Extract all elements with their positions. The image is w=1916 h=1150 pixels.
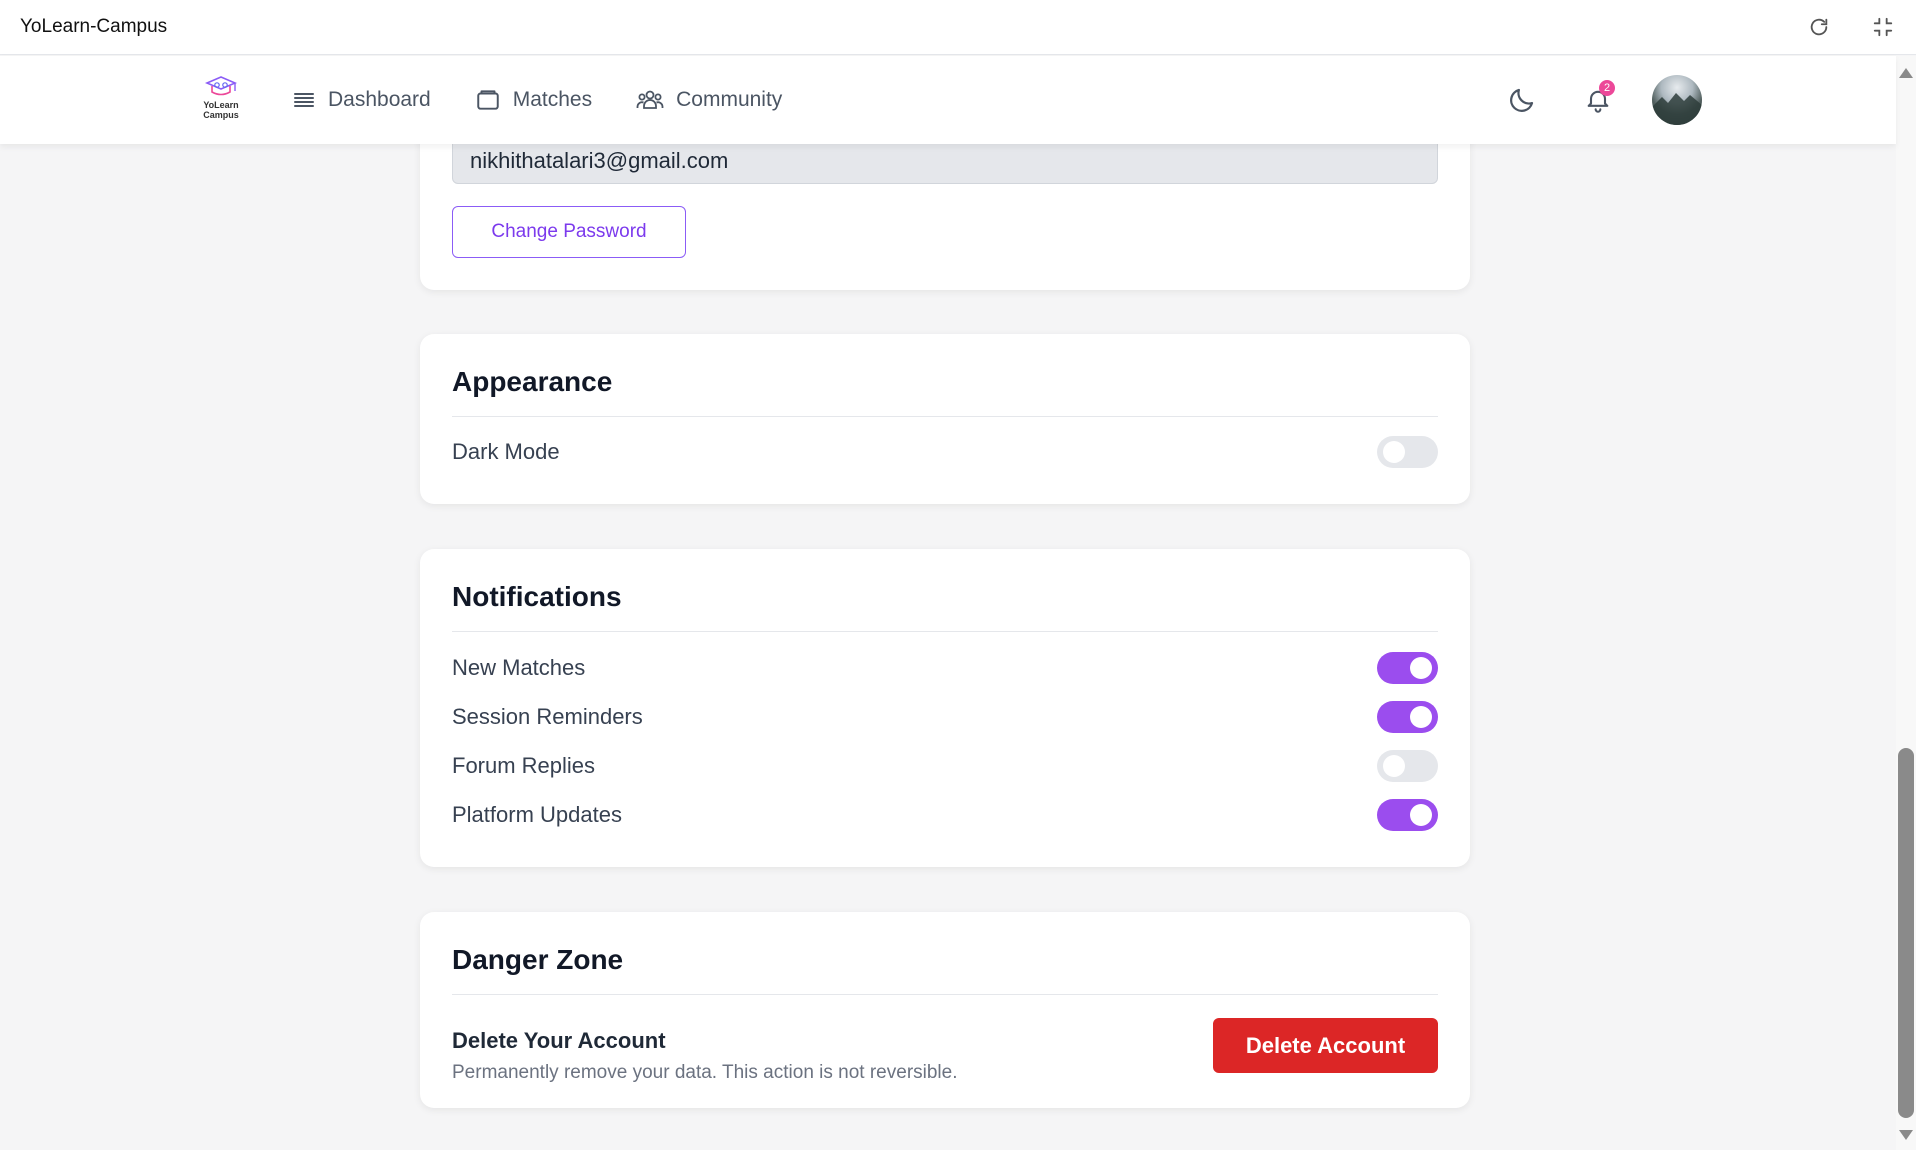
danger-zone-card: Danger Zone Delete Your Account Permanen… [420, 912, 1470, 1108]
nav-label-dashboard: Dashboard [328, 88, 431, 111]
nav-link-community[interactable]: Community [636, 87, 782, 113]
refresh-icon[interactable] [1806, 14, 1832, 40]
email-field[interactable]: nikhithatalari3@gmail.com [452, 138, 1438, 184]
nav-link-dashboard[interactable]: Dashboard [292, 88, 431, 112]
delete-account-button[interactable]: Delete Account [1213, 1018, 1438, 1073]
danger-zone-title: Danger Zone [452, 944, 624, 975]
page-scrollbar[interactable] [1896, 56, 1916, 1150]
app-logo[interactable]: YoLearn Campus [198, 74, 244, 124]
exit-fullscreen-icon[interactable] [1870, 14, 1896, 40]
scroll-thumb[interactable] [1898, 748, 1914, 1118]
delete-account-heading: Delete Your Account [452, 1028, 666, 1053]
top-navbar: YoLearn Campus Dashboard Matches Communi… [0, 56, 1896, 144]
notifications-divider [452, 631, 1438, 632]
notification-row-forum-replies: Forum Replies [452, 750, 1438, 782]
scroll-up-arrow-icon[interactable] [1899, 68, 1913, 78]
community-icon [636, 90, 664, 109]
dark-mode-toggle-button[interactable] [1500, 78, 1544, 122]
dark-mode-row: Dark Mode [452, 436, 1438, 468]
delete-account-description: Permanently remove your data. This actio… [452, 1062, 958, 1083]
forum-replies-toggle[interactable] [1377, 750, 1438, 782]
toggle-knob [1410, 804, 1432, 826]
session-reminders-toggle[interactable] [1377, 701, 1438, 733]
notifications-title: Notifications [452, 581, 622, 612]
toggle-knob [1410, 657, 1432, 679]
notification-label: New Matches [452, 655, 586, 680]
notifications-card: Notifications New Matches Session Remind… [420, 549, 1470, 867]
window-title: YoLearn-Campus [20, 16, 168, 37]
toggle-knob [1410, 706, 1432, 728]
notification-label: Platform Updates [452, 802, 622, 827]
moon-icon [1510, 88, 1534, 112]
dashboard-icon [294, 93, 314, 107]
toggle-knob [1383, 755, 1405, 777]
nav-link-matches[interactable]: Matches [475, 87, 592, 113]
platform-updates-toggle[interactable] [1377, 799, 1438, 831]
change-password-button[interactable]: Change Password [452, 206, 686, 258]
notification-row-platform-updates: Platform Updates [452, 799, 1438, 831]
dark-mode-label: Dark Mode [452, 439, 560, 464]
danger-zone-divider [452, 994, 1438, 995]
logo-graduation-cap-icon [204, 76, 238, 96]
nav-label-community: Community [676, 88, 783, 111]
notification-row-session-reminders: Session Reminders [452, 701, 1438, 733]
notification-count-badge: 2 [1599, 80, 1615, 96]
user-avatar[interactable] [1652, 75, 1702, 125]
avatar-image [1652, 93, 1702, 125]
logo-text-campus: Campus [203, 110, 239, 120]
window-titlebar: YoLearn-Campus [0, 0, 1916, 55]
notification-label: Session Reminders [452, 704, 643, 729]
notification-row-new-matches: New Matches [452, 652, 1438, 684]
notification-label: Forum Replies [452, 753, 596, 778]
appearance-divider [452, 416, 1438, 417]
scroll-down-arrow-icon[interactable] [1899, 1130, 1913, 1140]
matches-icon [477, 90, 499, 110]
logo-text-yolearn: YoLearn [203, 100, 239, 110]
dark-mode-toggle[interactable] [1377, 436, 1438, 468]
toggle-knob [1383, 441, 1405, 463]
appearance-title: Appearance [452, 366, 613, 397]
notifications-button[interactable]: 2 [1576, 78, 1620, 122]
appearance-card: Appearance Dark Mode [420, 334, 1470, 504]
new-matches-toggle[interactable] [1377, 652, 1438, 684]
nav-label-matches: Matches [512, 88, 593, 111]
